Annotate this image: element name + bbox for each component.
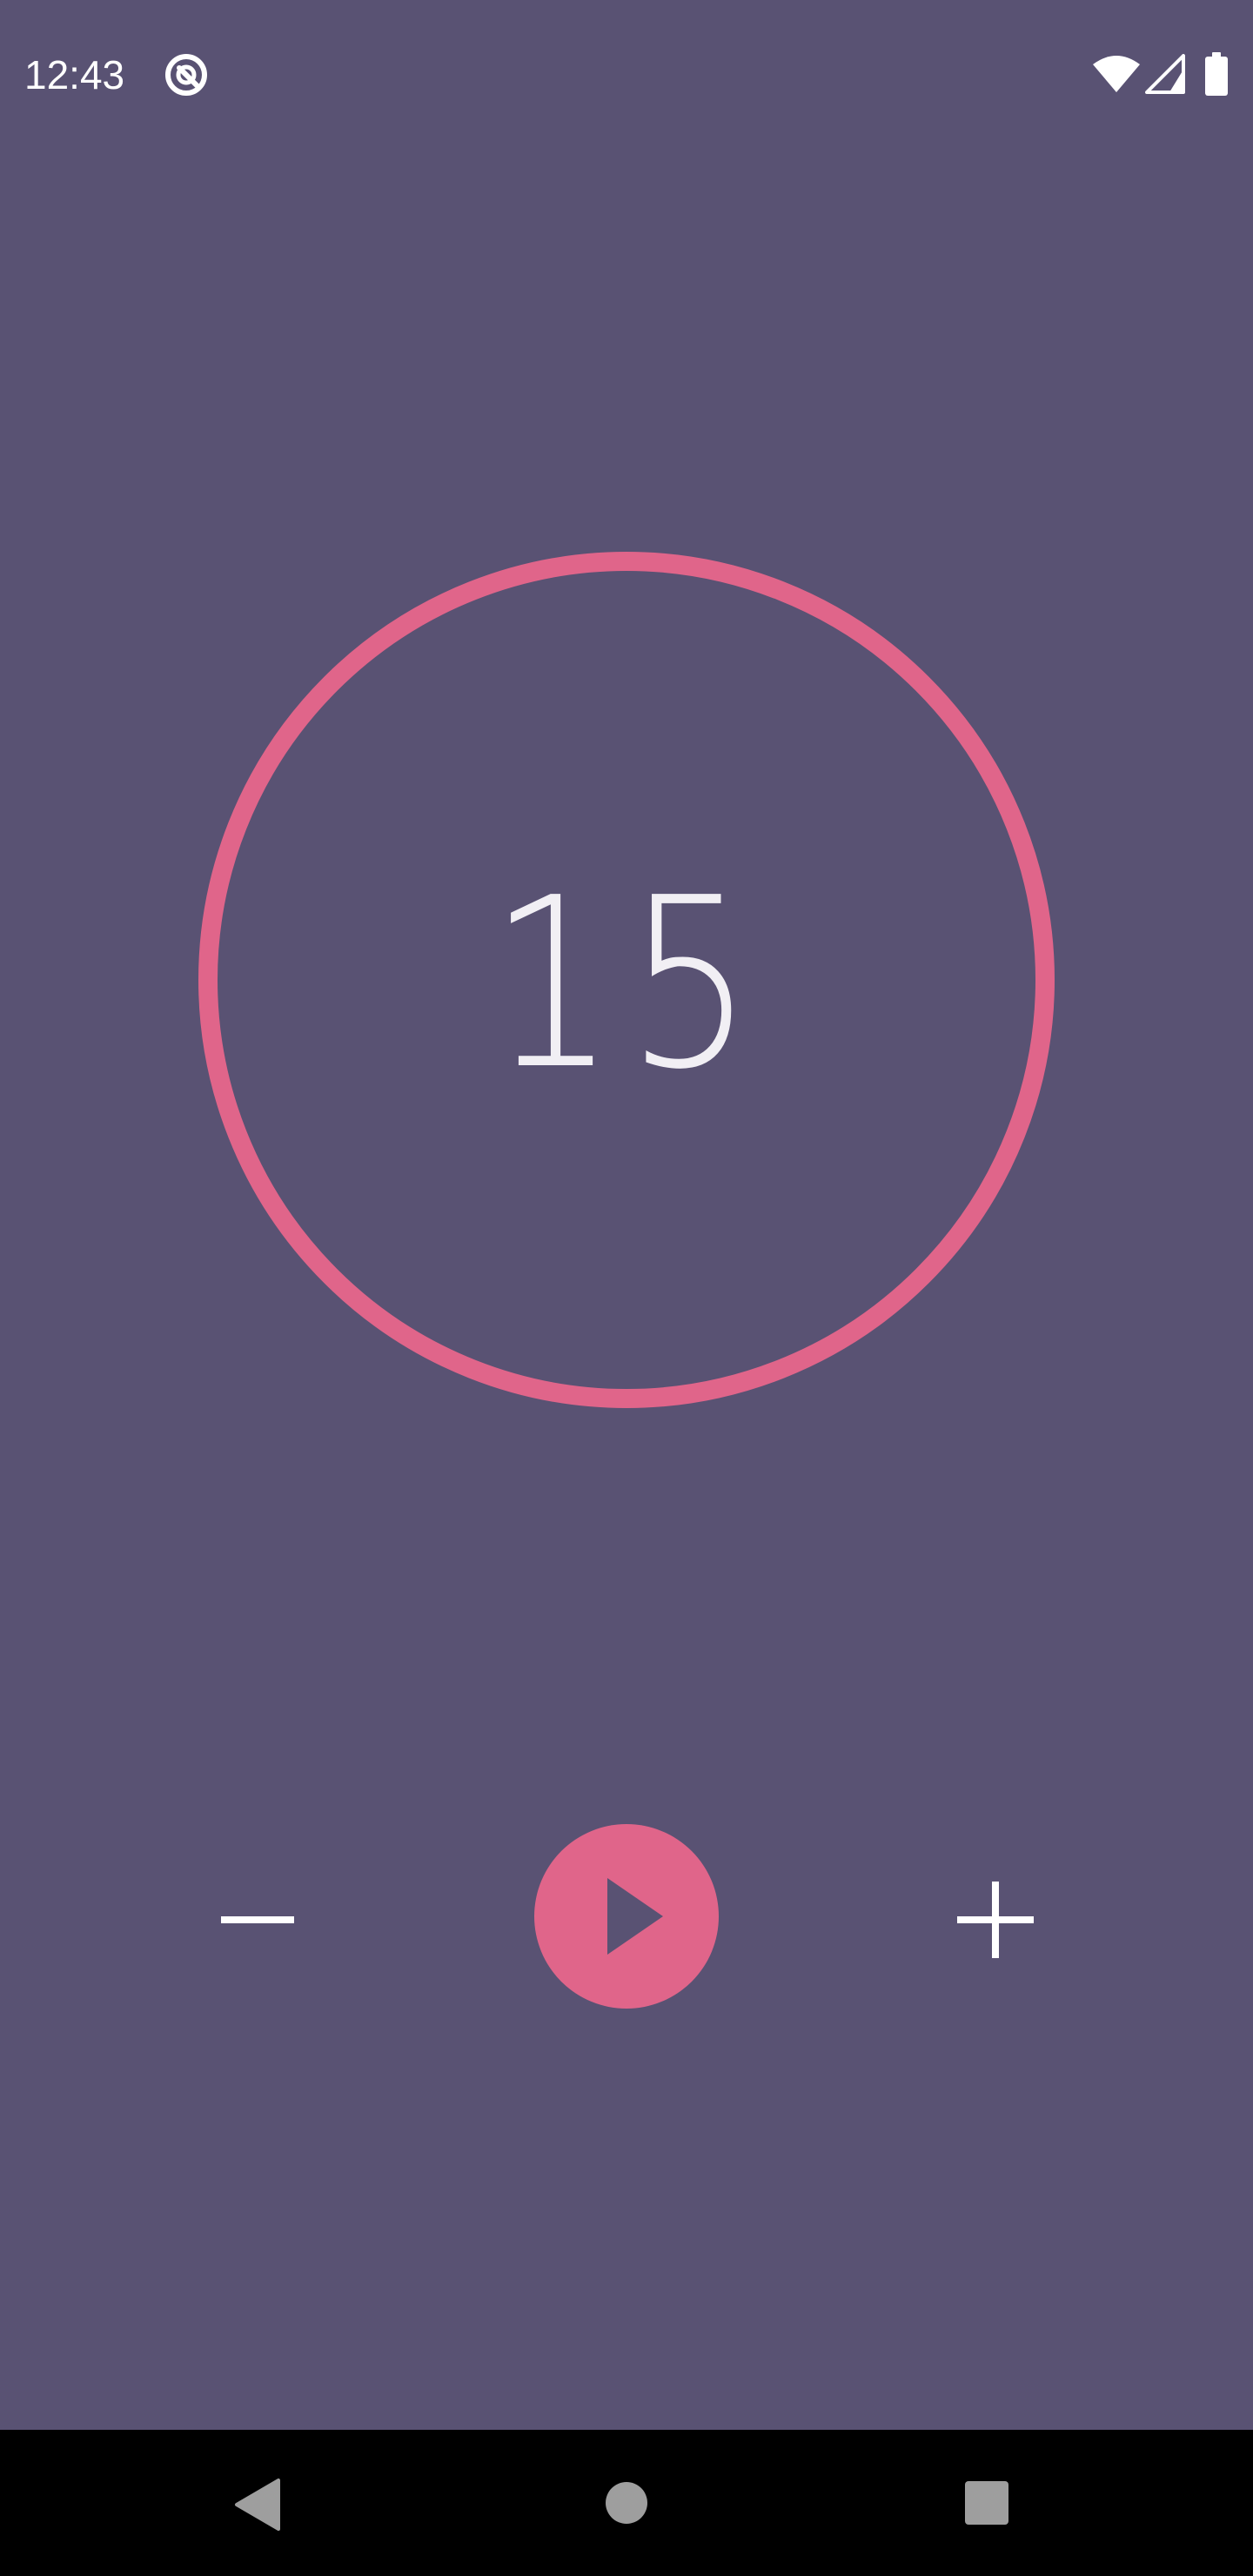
plus-icon	[957, 1882, 1034, 1958]
battery-icon	[1204, 52, 1229, 96]
increment-button[interactable]	[943, 1868, 1048, 1972]
status-bar: 12:43	[0, 0, 1253, 150]
play-button[interactable]	[534, 1824, 719, 2009]
back-icon[interactable]	[231, 2477, 284, 2532]
status-time: 12:43	[24, 52, 125, 97]
navigation-bar	[0, 2430, 1253, 2576]
app-notification-icon	[164, 52, 209, 97]
signal-icon	[1145, 54, 1185, 94]
timer-value: 15	[198, 552, 1055, 1408]
minus-icon	[221, 1916, 294, 1923]
play-icon	[607, 1878, 663, 1955]
decrement-button[interactable]	[205, 1868, 310, 1972]
timer-value-text: 15	[489, 846, 764, 1121]
home-icon[interactable]	[604, 2480, 649, 2526]
recents-icon[interactable]	[964, 2480, 1009, 2526]
wifi-icon	[1091, 54, 1142, 94]
